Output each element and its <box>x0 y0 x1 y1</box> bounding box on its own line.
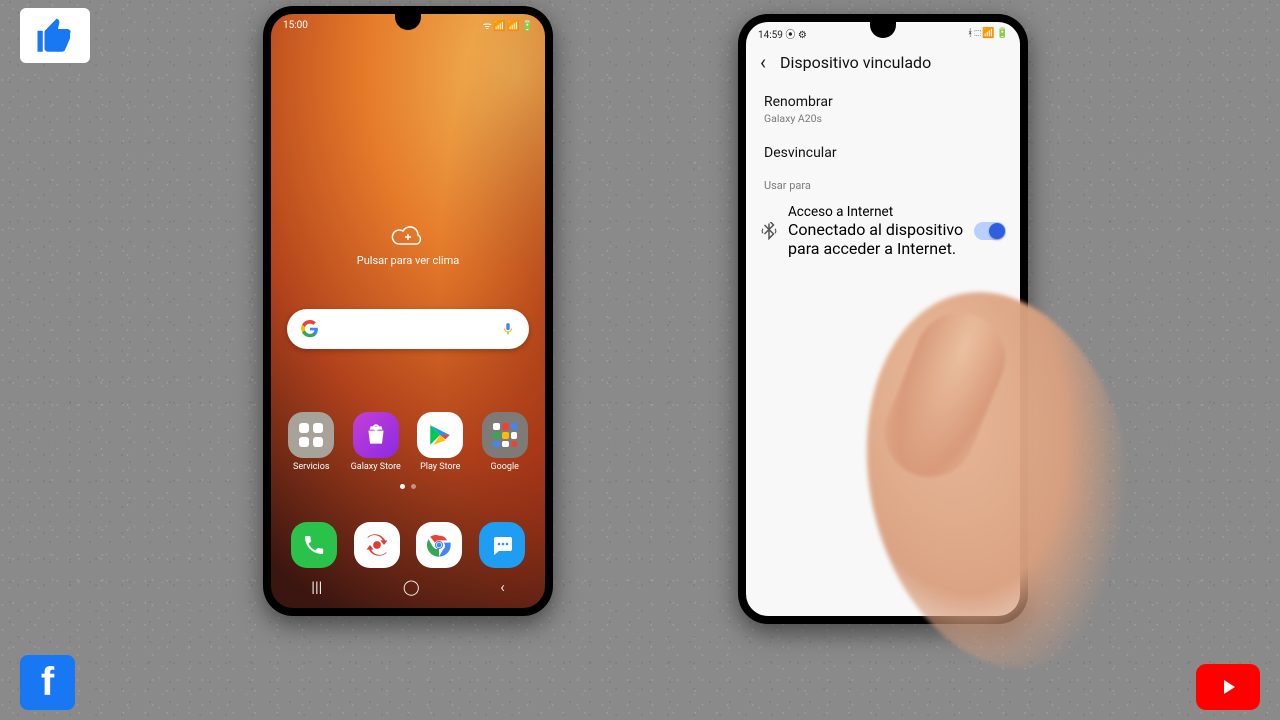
app-servicios[interactable]: Servicios <box>282 412 340 472</box>
rename-subtitle: Galaxy A20s <box>764 112 1002 125</box>
galaxy-store-icon <box>353 412 399 458</box>
google-search-bar[interactable] <box>287 309 529 349</box>
internet-subtitle: Conectado al dispositivo para acceder a … <box>788 220 964 258</box>
youtube-badge <box>1196 664 1260 710</box>
status-right-icons: ᚼ ⬚ 📶 🔋 <box>967 28 1008 39</box>
status-left-icons: ⦿ ⚙ <box>785 30 806 41</box>
section-label: Usar para <box>746 171 1020 196</box>
facebook-badge: f <box>20 655 75 710</box>
nav-back-button[interactable]: ‹ <box>500 578 505 596</box>
messages-icon[interactable] <box>479 522 525 568</box>
rename-item[interactable]: Renombrar Galaxy A20s <box>746 84 1020 135</box>
back-button[interactable]: ‹ <box>760 50 766 74</box>
unpair-item[interactable]: Desvincular <box>746 135 1020 171</box>
status-time: 14:59 <box>758 30 783 41</box>
unpair-label: Desvincular <box>764 145 1002 161</box>
app-row: Servicios Galaxy Store Play Store <box>271 412 545 472</box>
app-play-store[interactable]: Play Store <box>411 412 469 472</box>
thumbs-up-badge <box>20 8 90 63</box>
google-folder-icon <box>482 412 528 458</box>
camera-switch-icon[interactable] <box>354 522 400 568</box>
page-indicator <box>271 484 545 489</box>
status-time: 15:00 <box>283 20 308 31</box>
app-label: Google <box>491 462 519 472</box>
status-right-icons: ᯤ 📶 📶 🔋 <box>483 18 533 32</box>
app-google-folder[interactable]: Google <box>476 412 534 472</box>
nav-home-button[interactable]: ◯ <box>403 578 420 596</box>
left-phone: 15:00 ᯤ 📶 📶 🔋 Pulsar para ver clima <box>263 6 553 616</box>
bluetooth-tether-icon <box>760 222 778 240</box>
page-title: Dispositivo vinculado <box>780 53 931 72</box>
settings-header: ‹ Dispositivo vinculado <box>746 44 1020 86</box>
internet-title: Acceso a Internet <box>788 204 964 220</box>
app-label: Galaxy Store <box>351 462 401 472</box>
folder-servicios-icon <box>288 412 334 458</box>
chrome-icon[interactable] <box>416 522 462 568</box>
cloud-plus-icon <box>388 224 428 250</box>
weather-widget[interactable]: Pulsar para ver clima <box>271 224 545 267</box>
weather-label: Pulsar para ver clima <box>271 254 545 267</box>
internet-access-row[interactable]: Acceso a Internet Conectado al dispositi… <box>746 196 1020 266</box>
thumbs-up-icon <box>32 15 78 57</box>
app-label: Play Store <box>420 462 460 472</box>
settings-list: Renombrar Galaxy A20s Desvincular Usar p… <box>746 84 1020 266</box>
right-phone: 14:59 ⦿ ⚙ ᚼ ⬚ 📶 🔋 ‹ Dispositivo vinculad… <box>738 14 1028 624</box>
phone-app-icon[interactable] <box>291 522 337 568</box>
rename-label: Renombrar <box>764 94 1002 110</box>
dock <box>271 522 545 568</box>
nav-bar: ||| ◯ ‹ <box>271 574 545 600</box>
internet-toggle[interactable] <box>974 222 1006 240</box>
mic-icon[interactable] <box>501 320 515 338</box>
play-store-icon <box>417 412 463 458</box>
app-label: Servicios <box>293 462 329 472</box>
nav-recents-button[interactable]: ||| <box>311 578 322 596</box>
youtube-play-icon <box>1216 675 1240 699</box>
google-g-icon <box>301 320 319 338</box>
app-galaxy-store[interactable]: Galaxy Store <box>347 412 405 472</box>
facebook-letter: f <box>41 660 54 705</box>
